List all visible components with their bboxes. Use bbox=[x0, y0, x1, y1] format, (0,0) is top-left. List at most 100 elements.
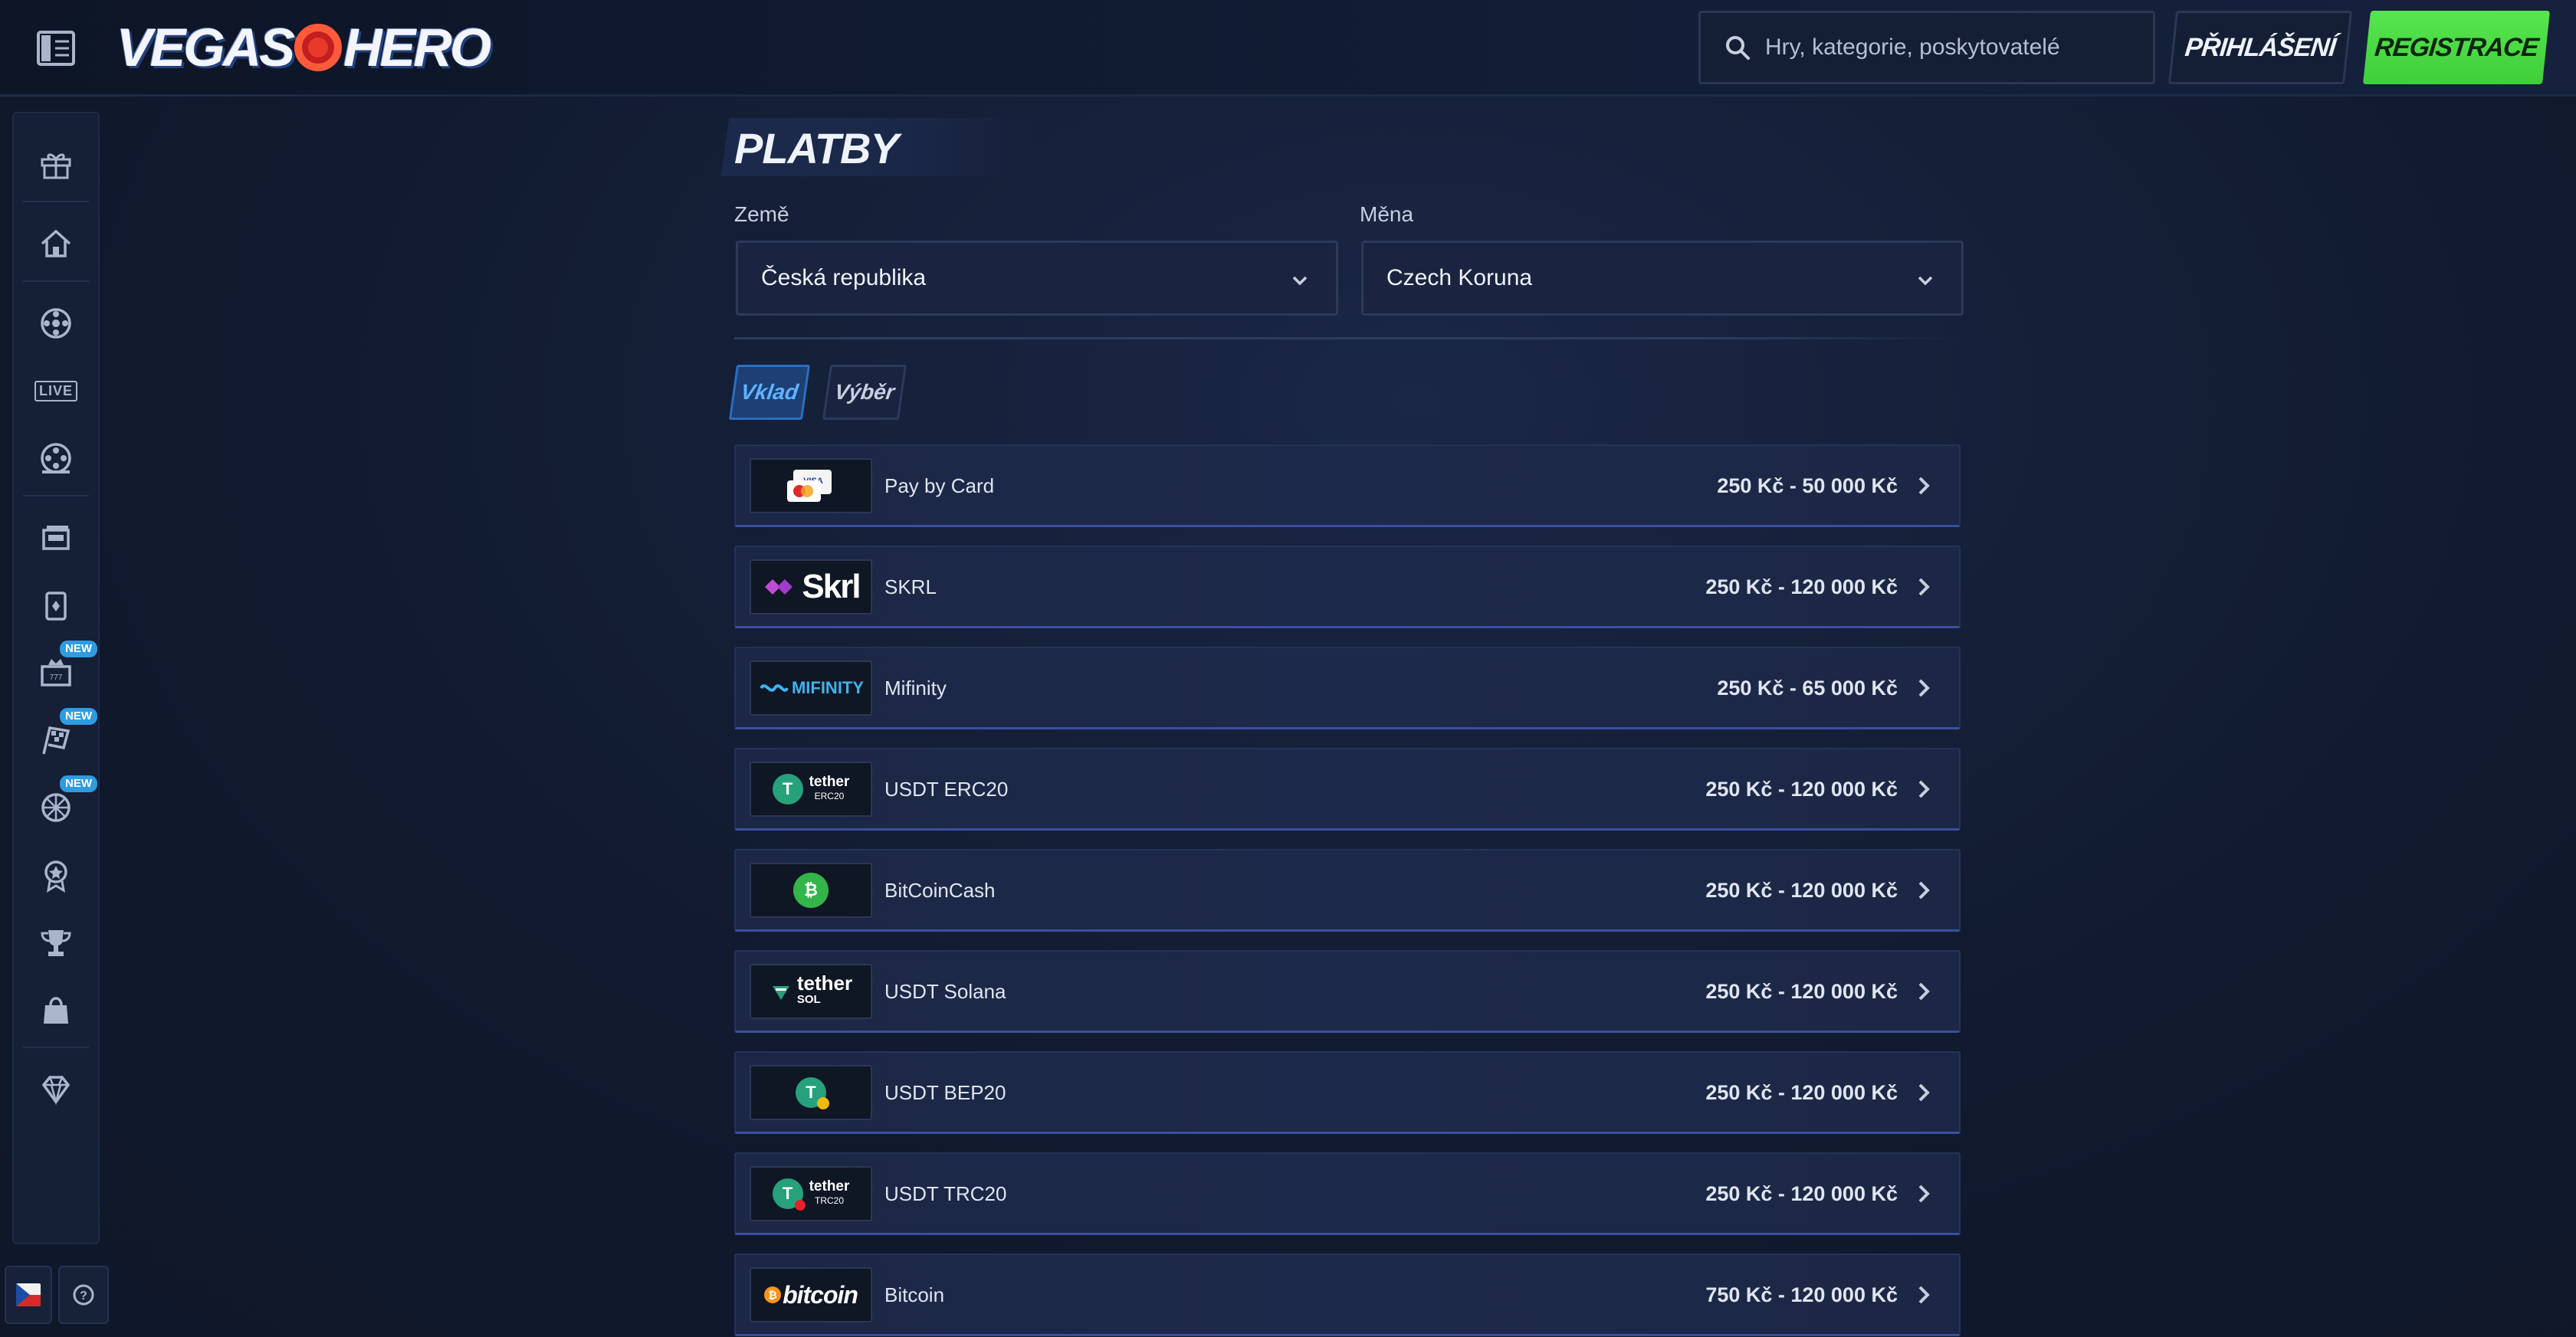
new-badge: NEW bbox=[60, 641, 97, 657]
payment-range: 250 Kč - 120 000 Kč bbox=[1705, 979, 1898, 1003]
payment-method-row[interactable]: T tether ERC20 USDT ERC20 250 Kč - 120 0… bbox=[734, 748, 1961, 831]
chevron-down-icon bbox=[1918, 276, 1933, 286]
logo-text-left: VEGAS bbox=[116, 18, 295, 77]
tether-trc-coin-icon: T bbox=[772, 1178, 806, 1211]
top-header: VEGAS HERO PŘIHLÁŠENÍ REGISTRACE bbox=[0, 0, 2576, 97]
currency-label: Měna bbox=[1360, 202, 1414, 226]
live-icon: LIVE bbox=[34, 380, 77, 401]
payment-logo: T tether TRC20 bbox=[750, 1166, 872, 1221]
payment-logo: T tether ERC20 bbox=[750, 762, 872, 817]
sports-ball-icon bbox=[41, 793, 71, 822]
payment-method-row[interactable]: Skrl SKRL 250 Kč - 120 000 Kč bbox=[734, 546, 1961, 628]
payment-method-row[interactable]: T tether TRC20 USDT TRC20 250 Kč - 120 0… bbox=[734, 1152, 1961, 1235]
tether-logo-text: tether bbox=[809, 1178, 850, 1194]
czech-flag-icon bbox=[16, 1283, 41, 1306]
login-button[interactable]: PŘIHLÁŠENÍ bbox=[2167, 11, 2353, 84]
tether-bep-coin-icon: T bbox=[796, 1077, 829, 1109]
tab-withdraw[interactable]: Výběr bbox=[822, 365, 907, 420]
gift-icon bbox=[41, 153, 71, 179]
sidebar-item-rewards[interactable] bbox=[14, 843, 98, 907]
payment-logo: VISA bbox=[750, 458, 872, 513]
sidebar-item-slots[interactable] bbox=[14, 291, 98, 356]
payment-method-row[interactable]: T USDT BEP20 250 Kč - 120 000 Kč bbox=[734, 1051, 1961, 1134]
payment-logo: Skrl bbox=[750, 559, 872, 614]
chevron-right-icon bbox=[1918, 1286, 1930, 1304]
chevron-right-icon bbox=[1918, 780, 1930, 798]
payment-method-row[interactable]: MIFINITY Mifinity 250 Kč - 65 000 Kč bbox=[734, 647, 1961, 729]
sidebar-item-jackpots[interactable]: 777 NEW bbox=[14, 641, 98, 705]
sidebar-item-racing[interactable]: NEW bbox=[14, 708, 98, 772]
payment-method-row[interactable]: ₿ bitcoin Bitcoin 750 Kč - 120 000 Kč bbox=[734, 1253, 1961, 1336]
sidebar-item-live[interactable]: LIVE bbox=[14, 359, 98, 423]
megaways-icon bbox=[42, 526, 70, 550]
sidebar-item-home[interactable] bbox=[14, 211, 98, 276]
logo-text-right: HERO bbox=[343, 18, 491, 77]
payment-range: 250 Kč - 120 000 Kč bbox=[1705, 1181, 1898, 1205]
svg-text:?: ? bbox=[80, 1289, 87, 1303]
payment-logo: tether SOL bbox=[750, 964, 872, 1019]
language-button[interactable] bbox=[5, 1266, 52, 1324]
skrill-diamond-icon bbox=[765, 579, 793, 595]
racing-flag-icon bbox=[42, 726, 71, 755]
sidebar-item-megaways[interactable] bbox=[14, 506, 98, 570]
jackpot-icon: 777 bbox=[41, 659, 71, 687]
payment-name: USDT TRC20 bbox=[884, 1181, 1007, 1205]
payment-name: USDT BEP20 bbox=[884, 1080, 1006, 1104]
tether-logo-sub: SOL bbox=[796, 993, 821, 1006]
search-input[interactable] bbox=[1765, 34, 2133, 61]
login-label: PŘIHLÁŠENÍ bbox=[2184, 32, 2338, 62]
payment-name: BitCoinCash bbox=[884, 878, 996, 902]
tab-deposit[interactable]: Vklad bbox=[728, 365, 811, 420]
search-icon bbox=[1726, 36, 1750, 60]
bitcoin-logo-text: bitcoin bbox=[783, 1280, 858, 1309]
search-box[interactable] bbox=[1698, 11, 2155, 84]
new-badge: NEW bbox=[60, 708, 97, 725]
sidebar-item-promotions[interactable] bbox=[14, 132, 98, 196]
payment-name: USDT Solana bbox=[884, 979, 1006, 1003]
chevron-right-icon bbox=[1918, 1083, 1930, 1102]
chevron-right-icon bbox=[1918, 578, 1930, 596]
menu-toggle-button[interactable] bbox=[31, 23, 81, 74]
sidebar-item-table-games[interactable] bbox=[14, 573, 98, 637]
new-badge: NEW bbox=[60, 775, 97, 792]
payment-name: Pay by Card bbox=[884, 474, 995, 497]
vegashero-logo[interactable]: VEGAS HERO bbox=[116, 11, 491, 84]
payment-range: 250 Kč - 120 000 Kč bbox=[1705, 878, 1898, 902]
country-select[interactable]: Česká republika bbox=[736, 241, 1338, 316]
bitcoin-icon: ₿ bbox=[764, 1286, 782, 1303]
mifinity-logo-text: MIFINITY bbox=[791, 678, 865, 697]
lifebuoy-icon bbox=[294, 24, 343, 71]
sidebar-item-tournaments[interactable] bbox=[14, 910, 98, 975]
payment-method-row[interactable]: tether SOL USDT Solana 250 Kč - 120 000 … bbox=[734, 950, 1961, 1033]
tether-gem-icon bbox=[772, 986, 789, 1000]
bitcoin-cash-icon: ₿ bbox=[793, 873, 829, 908]
sidebar-toggle-icon bbox=[37, 31, 75, 66]
payment-range: 250 Kč - 50 000 Kč bbox=[1717, 474, 1898, 497]
chevron-right-icon bbox=[1918, 477, 1930, 495]
payment-range: 750 Kč - 120 000 Kč bbox=[1705, 1283, 1898, 1306]
currency-value: Czech Koruna bbox=[1386, 265, 1533, 290]
card-icon: VISA bbox=[787, 470, 832, 502]
tether-logo-text: tether bbox=[809, 774, 850, 790]
help-button[interactable]: ? bbox=[58, 1266, 109, 1324]
award-icon bbox=[44, 860, 67, 893]
payment-logo: ₿ bbox=[750, 863, 872, 918]
page-title: PLATBY bbox=[734, 123, 899, 172]
tab-deposit-label: Vklad bbox=[739, 380, 800, 404]
register-button[interactable]: REGISTRACE bbox=[2362, 11, 2551, 84]
payment-name: Mifinity bbox=[884, 676, 947, 700]
sidebar-item-sports[interactable]: NEW bbox=[14, 775, 98, 840]
payment-logo: MIFINITY bbox=[750, 660, 872, 716]
trophy-icon bbox=[41, 930, 71, 956]
payment-method-row[interactable]: ₿ BitCoinCash 250 Kč - 120 000 Kč bbox=[734, 849, 1961, 932]
currency-select[interactable]: Czech Koruna bbox=[1361, 241, 1964, 316]
sidebar-item-vip[interactable] bbox=[14, 1057, 98, 1122]
chevron-right-icon bbox=[1918, 679, 1930, 697]
payment-method-row[interactable]: VISA Pay by Card 250 Kč - 50 000 Kč bbox=[734, 444, 1961, 527]
chevron-right-icon bbox=[1918, 1185, 1930, 1203]
payment-name: Bitcoin bbox=[884, 1283, 945, 1306]
tether-logo-sub: ERC20 bbox=[814, 791, 845, 801]
chevron-right-icon bbox=[1918, 881, 1930, 900]
sidebar-item-shows[interactable] bbox=[14, 426, 98, 490]
sidebar-item-shop[interactable] bbox=[14, 978, 98, 1042]
